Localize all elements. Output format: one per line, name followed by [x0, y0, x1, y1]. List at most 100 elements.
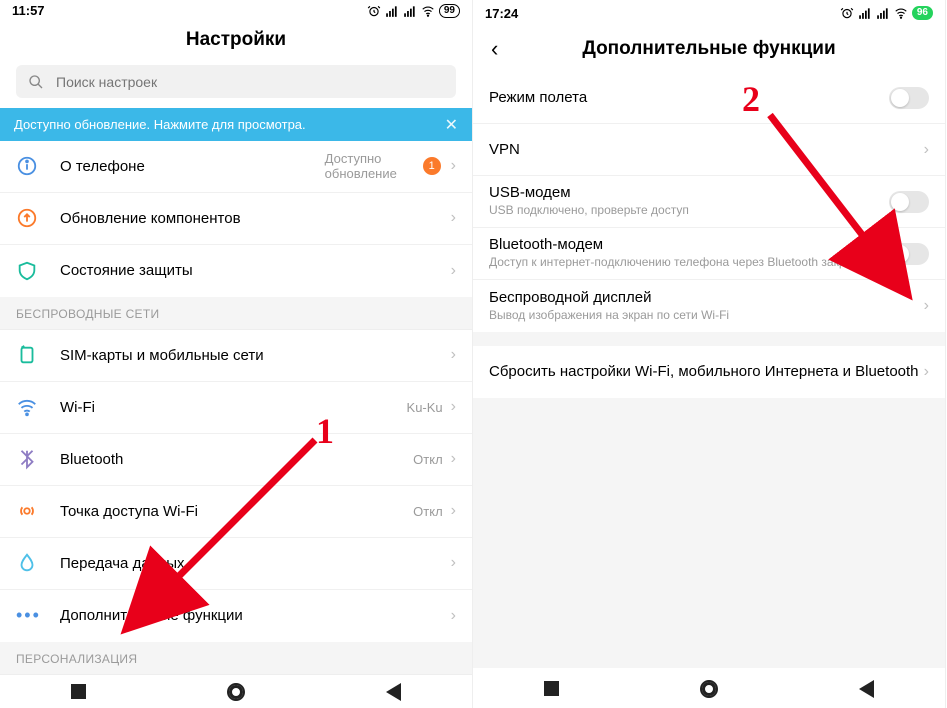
chevron-right-icon: ›	[451, 502, 456, 520]
row-bluetooth-modem[interactable]: Bluetooth-модем Доступ к интернет-подклю…	[473, 228, 945, 280]
row-about-phone[interactable]: О телефоне Доступно обновление 1 ›	[0, 141, 472, 193]
row-wifi[interactable]: Wi-Fi Ku-Ku ›	[0, 382, 472, 434]
additional-functions-screen: 17:24 96 ‹ Дополнительные функции Режим …	[473, 0, 946, 708]
sim-icon	[16, 344, 38, 366]
row-value: Доступно обновление	[325, 151, 415, 182]
row-sublabel: USB подключено, проверьте доступ	[489, 203, 889, 219]
chevron-right-icon: ›	[924, 297, 929, 315]
row-label: Bluetooth	[60, 451, 413, 468]
chevron-right-icon: ›	[451, 209, 456, 227]
page-title: Настройки	[186, 29, 286, 51]
row-label: VPN	[489, 141, 924, 158]
page-title: Дополнительные функции	[582, 38, 835, 60]
annotation-2: 2	[742, 78, 760, 120]
chevron-right-icon: ›	[451, 450, 456, 468]
empty-area	[473, 398, 945, 668]
settings-screen: 11:57 99 Настройки Доступно обновление. …	[0, 0, 473, 708]
banner-text: Доступно обновление. Нажмите для просмот…	[14, 117, 306, 132]
upload-icon	[16, 207, 38, 229]
row-more-functions[interactable]: ••• Дополнительные функции ›	[0, 590, 472, 642]
row-sim-cards[interactable]: SIM-карты и мобильные сети ›	[0, 330, 472, 382]
row-airplane-mode[interactable]: Режим полета	[473, 72, 945, 124]
close-icon[interactable]: ✕	[445, 115, 458, 135]
nav-bar	[0, 675, 472, 708]
search-icon	[28, 74, 44, 90]
nav-recents-button[interactable]	[71, 684, 86, 699]
nav-back-button[interactable]	[386, 683, 401, 701]
nav-home-button[interactable]	[227, 683, 245, 701]
status-time: 17:24	[485, 6, 518, 21]
row-label: Точка доступа Wi-Fi	[60, 503, 413, 520]
battery-indicator: 96	[912, 6, 933, 20]
search-box[interactable]	[16, 65, 456, 98]
chevron-right-icon: ›	[451, 607, 456, 625]
shield-icon	[16, 260, 38, 282]
status-bar: 11:57 99	[0, 0, 472, 21]
section-wireless: БЕСПРОВОДНЫЕ СЕТИ	[0, 297, 472, 330]
row-usb-modem[interactable]: USB-модем USB подключено, проверьте дост…	[473, 176, 945, 228]
row-wireless-display[interactable]: Беспроводной дисплей Вывод изображения н…	[473, 280, 945, 332]
section-gap	[473, 332, 945, 346]
row-label: Сбросить настройки Wi-Fi, мобильного Инт…	[489, 362, 924, 382]
airplane-toggle[interactable]	[889, 87, 929, 109]
row-label: Режим полета	[489, 89, 889, 106]
row-sublabel: Вывод изображения на экран по сети Wi-Fi	[489, 308, 924, 324]
signal-icon-2	[876, 6, 890, 20]
row-label: Передача данных	[60, 555, 451, 572]
chevron-right-icon: ›	[451, 262, 456, 280]
signal-icon	[858, 6, 872, 20]
more-icon: •••	[16, 605, 41, 626]
chevron-right-icon: ›	[924, 363, 929, 381]
battery-indicator: 99	[439, 4, 460, 18]
bluetooth-modem-toggle[interactable]	[889, 243, 929, 265]
droplet-icon	[16, 552, 38, 574]
annotation-1: 1	[316, 410, 334, 452]
section-personalization: ПЕРСОНАЛИЗАЦИЯ	[0, 642, 472, 675]
info-icon	[16, 155, 38, 177]
nav-home-button[interactable]	[700, 680, 718, 698]
row-components-update[interactable]: Обновление компонентов ›	[0, 193, 472, 245]
alarm-icon	[367, 4, 381, 18]
usb-modem-toggle[interactable]	[889, 191, 929, 213]
row-data-usage[interactable]: Передача данных ›	[0, 538, 472, 590]
update-banner[interactable]: Доступно обновление. Нажмите для просмот…	[0, 108, 472, 141]
wifi-icon	[421, 4, 435, 18]
row-label: USB-модем	[489, 184, 889, 201]
row-label: Дополнительные функции	[60, 607, 451, 624]
row-label: Обновление компонентов	[60, 210, 451, 227]
nav-bar	[473, 668, 945, 708]
row-bluetooth[interactable]: Bluetooth Откл ›	[0, 434, 472, 486]
chevron-right-icon: ›	[924, 141, 929, 159]
signal-icon-2	[403, 4, 417, 18]
row-sublabel: Доступ к интернет-подключению телефона ч…	[489, 255, 889, 271]
update-badge: 1	[423, 157, 441, 175]
wifi-icon	[16, 396, 38, 418]
row-reset-network[interactable]: Сбросить настройки Wi-Fi, мобильного Инт…	[473, 346, 945, 398]
chevron-right-icon: ›	[451, 346, 456, 364]
row-vpn[interactable]: VPN ›	[473, 124, 945, 176]
signal-icon	[385, 4, 399, 18]
nav-recents-button[interactable]	[544, 681, 559, 696]
status-time: 11:57	[12, 3, 45, 18]
row-label: Wi-Fi	[60, 399, 407, 416]
row-security-status[interactable]: Состояние защиты ›	[0, 245, 472, 297]
alarm-icon	[840, 6, 854, 20]
row-value: Ku-Ku	[407, 400, 443, 415]
back-button[interactable]: ‹	[491, 36, 498, 62]
hotspot-icon	[16, 500, 38, 522]
row-label: Состояние защиты	[60, 262, 451, 279]
row-label: Беспроводной дисплей	[489, 289, 924, 306]
row-value: Откл	[413, 452, 443, 467]
row-label: О телефоне	[60, 158, 325, 175]
status-indicators: 96	[840, 6, 933, 20]
nav-back-button[interactable]	[859, 680, 874, 698]
wifi-icon	[894, 6, 908, 20]
chevron-right-icon: ›	[451, 398, 456, 416]
bluetooth-icon	[16, 448, 38, 470]
row-label: SIM-карты и мобильные сети	[60, 347, 451, 364]
title-bar: ‹ Дополнительные функции	[473, 26, 945, 72]
search-input[interactable]	[56, 74, 444, 90]
title-bar: Настройки	[0, 21, 472, 59]
row-value: Откл	[413, 504, 443, 519]
row-hotspot[interactable]: Точка доступа Wi-Fi Откл ›	[0, 486, 472, 538]
